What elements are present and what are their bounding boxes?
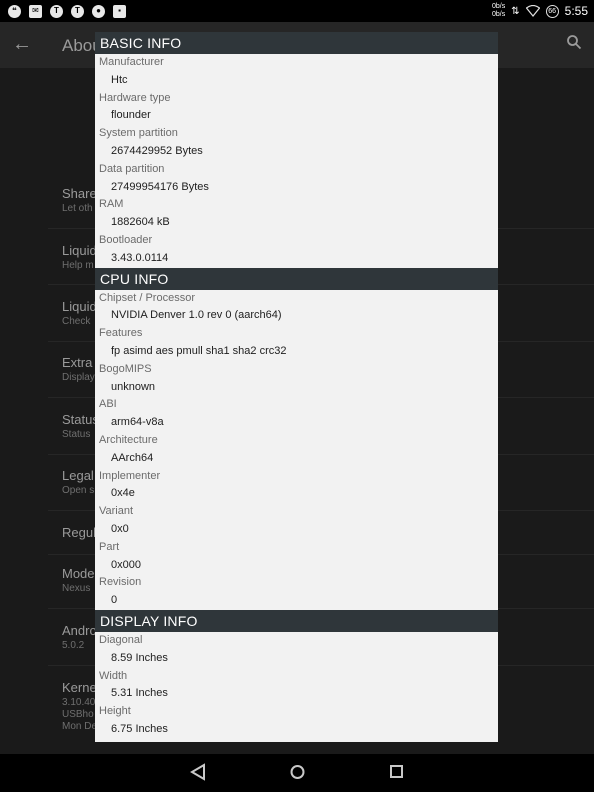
section-header-basic-info: BASIC INFO <box>95 32 498 54</box>
info-label: Revision <box>99 576 142 589</box>
list-item-title: Model <box>62 566 98 581</box>
section-header-cpu-info: CPU INFO <box>95 267 498 290</box>
info-value: 0x000 <box>111 558 141 571</box>
list-item[interactable]: Extra i Display <box>62 355 99 383</box>
info-label: Bootloader <box>99 233 153 246</box>
info-value: 8.59 Inches <box>111 651 168 664</box>
info-value: Htc <box>111 73 128 86</box>
status-bar: ❝ ✉ T T ● ▪ 0b/s 0b/s ⇅ 66 5:55 <box>0 0 594 22</box>
info-label: RAM <box>99 198 124 211</box>
net-speed-down: 0b/s <box>492 11 506 18</box>
info-value: arm64-v8a <box>111 416 164 429</box>
list-item-title: Liquid <box>62 299 97 314</box>
list-item-subtitle: Display <box>62 372 95 383</box>
list-item[interactable]: Model Nexus <box>62 566 97 594</box>
list-item-title: Status <box>62 412 99 427</box>
mail-icon: ✉ <box>29 4 42 18</box>
device-info-dialog: BASIC INFO Manufacturer Htc Hardware typ… <box>95 32 498 742</box>
list-item[interactable]: Legal Open s <box>62 468 94 496</box>
image-icon: ▪ <box>113 4 126 18</box>
t-icon: T <box>50 4 63 18</box>
hangouts-icon: ❝ <box>8 4 21 18</box>
notification-icons: ❝ ✉ T T ● ▪ <box>0 4 126 18</box>
clock: 5:55 <box>564 4 588 18</box>
info-value: 3.43.0.0114 <box>111 251 169 264</box>
list-item[interactable]: Liquid Help m <box>62 243 97 271</box>
info-value: 0x0 <box>111 522 129 535</box>
list-item-title: Share <box>62 186 97 201</box>
info-label: Variant <box>99 505 134 518</box>
back-arrow-icon[interactable]: ← <box>12 33 32 56</box>
wifi-icon <box>525 5 540 17</box>
info-value: 0x4e <box>111 487 135 500</box>
list-item-subtitle: Nexus <box>62 583 91 594</box>
list-item-subtitle: Help m <box>62 260 94 271</box>
info-value: NVIDIA Denver 1.0 rev 0 (aarch64) <box>111 309 282 322</box>
list-item-subtitle: Let oth <box>62 203 93 214</box>
network-speed: 0b/s 0b/s <box>492 3 505 19</box>
info-value: 6.75 Inches <box>111 722 168 735</box>
recents-icon[interactable] <box>389 763 404 781</box>
info-label: Implementer <box>99 469 161 482</box>
info-label: Hardware type <box>99 91 171 104</box>
list-item-subtitle: 5.0.2 <box>62 640 85 651</box>
list-item[interactable]: Status Status <box>62 412 99 440</box>
info-value: AArch64 <box>111 451 154 464</box>
list-item[interactable]: Kerne 3.10.40 USBho Mon De <box>62 680 97 733</box>
info-value: 2674429952 Bytes <box>111 144 203 157</box>
data-transfer-icon: ⇅ <box>511 5 520 17</box>
list-item[interactable]: Liquid Check <box>62 299 97 327</box>
list-item[interactable]: Andro 5.0.2 <box>62 623 97 651</box>
info-value: 0 <box>111 594 118 607</box>
navigation-bar <box>0 754 594 792</box>
list-item-title: Kerne <box>62 680 97 695</box>
info-value: 5.31 Inches <box>111 687 168 700</box>
list-item[interactable]: Share Let oth <box>62 186 97 214</box>
list-item-subtitle: 3.10.40 USBho Mon De <box>62 697 98 732</box>
list-item-title: Andro <box>62 623 97 638</box>
info-label: Width <box>99 669 128 682</box>
info-label: Features <box>99 327 143 340</box>
info-label: Height <box>99 705 131 718</box>
info-value: flounder <box>111 109 151 122</box>
info-label: ABI <box>99 398 117 411</box>
list-item-title: Legal <box>62 468 94 483</box>
back-icon[interactable] <box>190 763 206 781</box>
info-label: Data partition <box>99 162 165 175</box>
info-label: Diagonal <box>99 633 143 646</box>
list-item-subtitle: Status <box>62 429 91 440</box>
info-label: Chipset / Processor <box>99 291 195 304</box>
home-icon[interactable] <box>289 763 306 781</box>
info-label: Architecture <box>99 433 158 446</box>
info-value: 1882604 kB <box>111 216 170 229</box>
info-label: Part <box>99 540 120 553</box>
list-item-title: Liquid <box>62 243 97 258</box>
info-value: 27499954176 Bytes <box>111 180 209 193</box>
search-icon[interactable] <box>566 34 582 50</box>
t-icon: T <box>71 4 84 18</box>
info-value: fp asimd aes pmull sha1 sha2 crc32 <box>111 344 287 357</box>
section-header-display-info: DISPLAY INFO <box>95 609 498 632</box>
circle-app-icon: ● <box>92 4 105 18</box>
battery-icon: 66 <box>545 4 559 18</box>
list-item-subtitle: Open s <box>62 485 95 496</box>
list-item-title: Extra i <box>62 355 99 370</box>
list-item-subtitle: Check <box>62 316 91 327</box>
info-label: Manufacturer <box>99 56 164 68</box>
info-label: BogoMIPS <box>99 362 152 375</box>
net-speed-up: 0b/s <box>492 3 506 10</box>
info-label: System partition <box>99 127 178 140</box>
info-value: unknown <box>111 380 156 393</box>
